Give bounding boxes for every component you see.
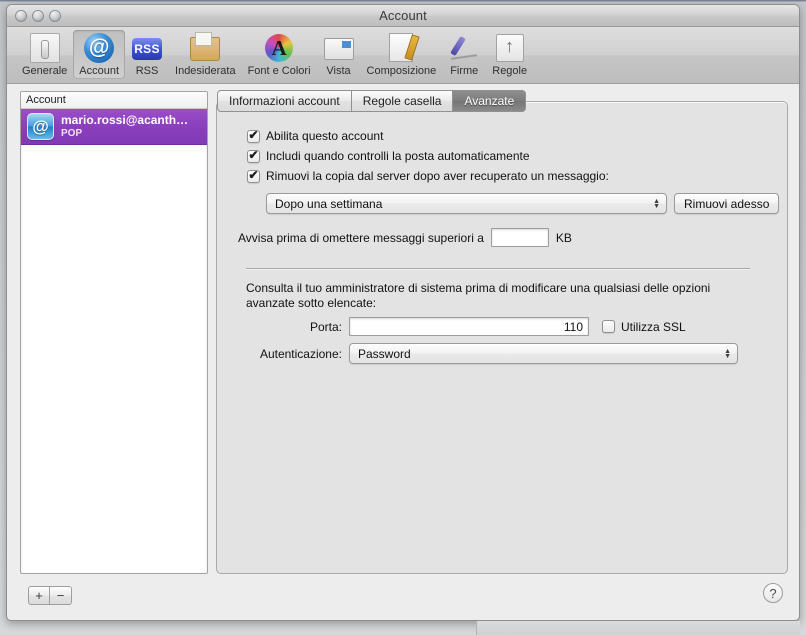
account-list[interactable]: Account @ mario.rossi@acanth… POP (20, 91, 208, 574)
toolbar-label: Regole (492, 65, 528, 77)
minimize-button[interactable] (32, 10, 44, 22)
check-icon: ✔ (248, 148, 259, 162)
toolbar-label: Font e Colori (247, 65, 311, 77)
list-item[interactable]: @ mario.rossi@acanth… POP (21, 109, 207, 145)
toolbar-label: Generale (22, 65, 68, 77)
size-warning-label: Avvisa prima di omettere messaggi superi… (238, 230, 484, 245)
use-ssl-label: Utilizza SSL (621, 319, 686, 334)
toolbar-item-composizione[interactable]: Composizione (361, 30, 443, 79)
tab-bar: Informazioni account Regole casella Avan… (217, 90, 527, 112)
composing-icon (385, 32, 417, 64)
signature-icon (448, 32, 480, 64)
toolbar-label: Account (79, 65, 120, 77)
close-button[interactable] (15, 10, 27, 22)
toolbar-label: Indesiderata (175, 65, 236, 77)
enable-account-row[interactable]: ✔ Abilita questo account (247, 129, 383, 143)
enable-account-label: Abilita questo account (266, 129, 384, 143)
tab-avanzate[interactable]: Avanzate (453, 90, 527, 112)
remove-copy-row[interactable]: ✔ Rimuovi la copia dal server dopo aver … (247, 169, 609, 183)
toolbar-item-vista[interactable]: Vista (317, 30, 361, 79)
toolbar-item-indesiderata[interactable]: Indesiderata (169, 30, 242, 79)
remove-copy-checkbox[interactable]: ✔ (247, 168, 260, 183)
window-controls (15, 10, 61, 22)
advanced-settings-panel: ✔ Abilita questo account ✔ Includi quand… (216, 101, 788, 574)
window-body: Account @ mario.rossi@acanth… POP + − ? … (7, 84, 799, 620)
remove-now-button[interactable]: Rimuovi adesso (674, 193, 780, 214)
include-auto-check-checkbox[interactable]: ✔ (247, 148, 260, 163)
authentication-label: Autenticazione: (259, 346, 342, 361)
tab-regole-casella[interactable]: Regole casella (351, 90, 454, 112)
include-auto-check-row[interactable]: ✔ Includi quando controlli la posta auto… (247, 149, 530, 163)
chevron-updown-icon: ▲ ▼ (653, 197, 660, 210)
size-warning-input[interactable] (490, 228, 549, 247)
toolbar-label: Composizione (366, 65, 437, 77)
junk-mail-icon (189, 32, 221, 64)
size-warning-row: Avvisa prima di omettere messaggi superi… (238, 228, 572, 247)
toolbar-item-generale[interactable]: Generale (16, 30, 73, 79)
rss-icon: RSS (131, 32, 163, 64)
use-ssl-checkbox[interactable] (602, 320, 615, 333)
authentication-value: Password (358, 346, 411, 361)
toolbar-item-regole[interactable]: Regole (486, 30, 533, 79)
window-titlebar: Account (7, 5, 799, 27)
account-type: POP (61, 127, 83, 139)
remove-account-button[interactable]: − (50, 586, 72, 605)
toolbar-item-font-e-colori[interactable]: A Font e Colori (242, 30, 317, 79)
toolbar-item-rss[interactable]: RSS RSS (125, 30, 169, 79)
include-auto-check-label: Includi quando controlli la posta automa… (266, 149, 530, 163)
check-icon: ✔ (248, 128, 259, 142)
rules-icon (494, 32, 526, 64)
tab-informazioni-account[interactable]: Informazioni account (217, 90, 352, 112)
enable-account-checkbox[interactable]: ✔ (247, 128, 260, 143)
check-icon: ✔ (248, 168, 259, 182)
zoom-button[interactable] (49, 10, 61, 22)
account-add-remove-group: + − (28, 586, 72, 605)
toolbar-label: RSS (135, 65, 159, 77)
size-warning-unit: KB (555, 230, 572, 245)
toolbar-label: Vista (326, 65, 351, 77)
toolbar-item-account[interactable]: @ Account (73, 30, 126, 79)
preferences-toolbar: Generale @ Account RSS RSS Indesiderata … (7, 27, 799, 84)
toolbar-label: Firme (450, 65, 479, 77)
general-icon (29, 32, 61, 64)
remove-delay-value: Dopo una settimana (275, 196, 383, 211)
section-divider (246, 268, 750, 269)
toolbar-item-firme[interactable]: Firme (442, 30, 486, 79)
window-title: Account (379, 8, 427, 23)
admin-note: Consulta il tuo amministratore di sistem… (246, 281, 711, 310)
authentication-select[interactable]: Password ▲ ▼ (349, 343, 738, 364)
at-sign-icon: @ (83, 32, 115, 64)
background-window-edge (476, 621, 800, 635)
port-label: Porta: (309, 319, 342, 334)
account-list-header: Account (21, 92, 207, 109)
authentication-row: Autenticazione: Password ▲ ▼ (217, 343, 787, 364)
chevron-updown-icon: ▲ ▼ (724, 347, 731, 360)
viewing-icon (323, 32, 355, 64)
account-name: mario.rossi@acanth… (61, 113, 189, 127)
port-input[interactable]: 110 (349, 317, 589, 336)
remove-delay-select[interactable]: Dopo una settimana ▲ ▼ (266, 193, 667, 214)
remove-copy-label: Rimuovi la copia dal server dopo aver re… (266, 169, 609, 183)
add-account-button[interactable]: + (28, 586, 50, 605)
preferences-window: Account Generale @ Account RSS RSS Indes… (6, 4, 800, 621)
port-row: Porta: 110 Utilizza SSL (217, 317, 787, 336)
font-color-icon: A (263, 32, 295, 64)
help-button[interactable]: ? (763, 583, 783, 603)
at-sign-account-icon: @ (27, 113, 54, 140)
